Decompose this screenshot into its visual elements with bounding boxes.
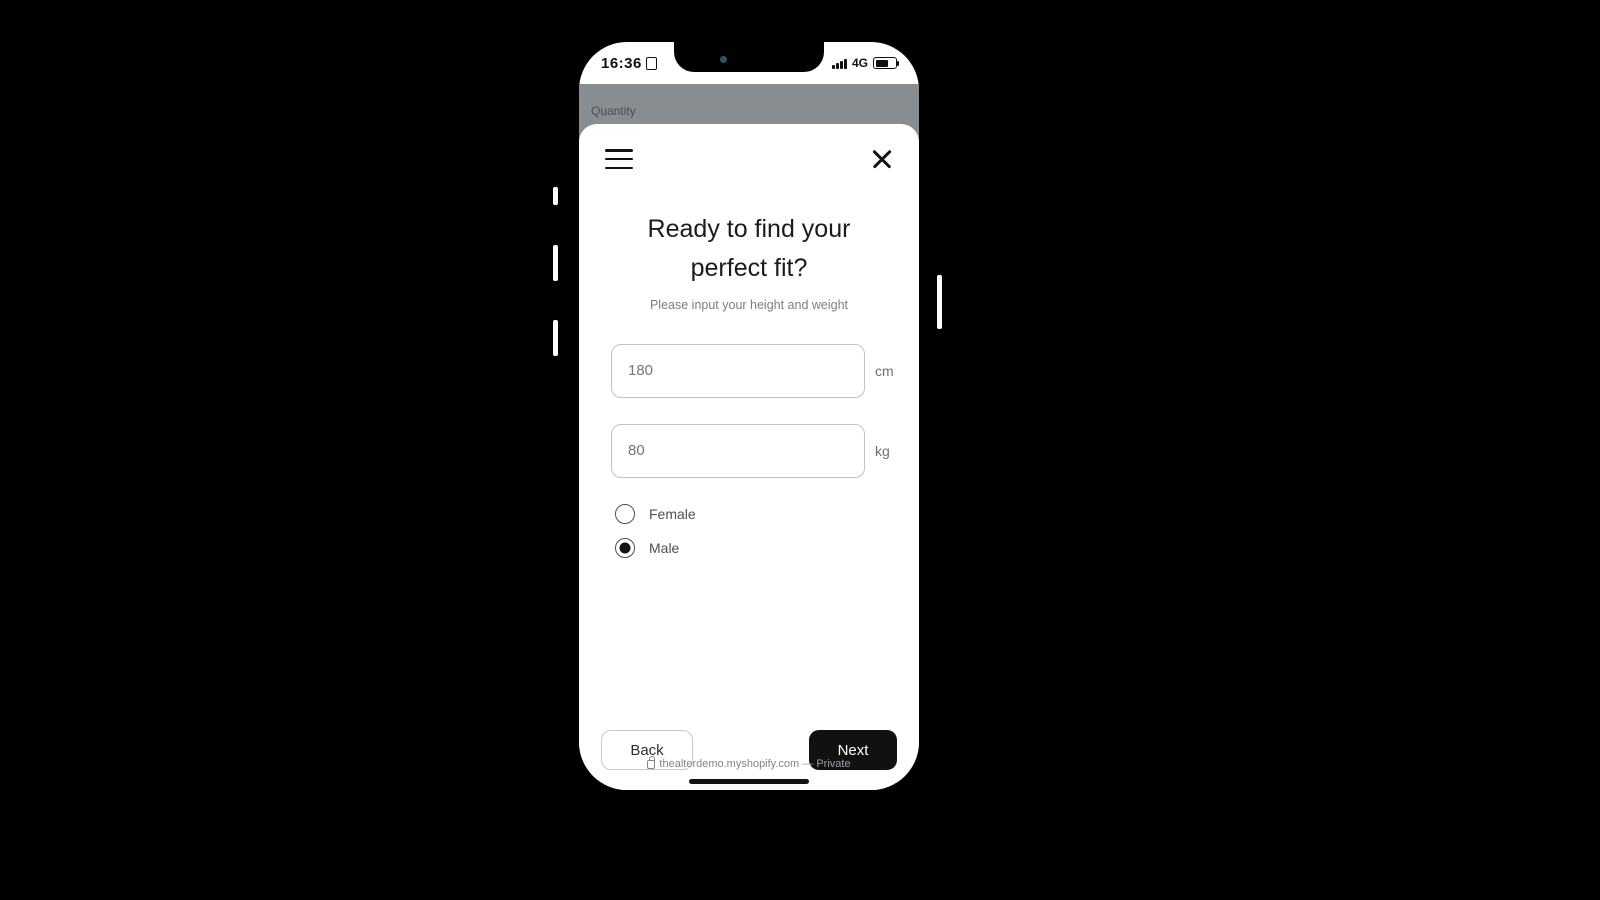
height-row: cm xyxy=(601,344,897,398)
weight-unit: kg xyxy=(875,443,897,459)
browser-address[interactable]: thealterdemo.myshopify.com — Private xyxy=(579,758,919,770)
modal-subtitle: Please input your height and weight xyxy=(601,298,897,312)
modal-body: Ready to find your perfect fit? Please i… xyxy=(579,180,919,690)
orientation-lock-icon xyxy=(646,57,657,70)
phone-screen: 16:36 4G Quantity R xyxy=(579,42,919,790)
radio-icon xyxy=(615,504,635,524)
gender-option-male[interactable]: Male xyxy=(615,538,897,558)
quantity-label: Quantity xyxy=(591,104,636,118)
weight-row: kg xyxy=(601,424,897,478)
decoration-tick xyxy=(553,320,558,356)
modal-actions: Back Next xyxy=(579,690,919,790)
modal-title: Ready to find your perfect fit? xyxy=(601,210,897,288)
height-input[interactable] xyxy=(611,344,865,398)
home-indicator[interactable] xyxy=(689,779,809,784)
radio-label: Female xyxy=(649,506,696,522)
network-label: 4G xyxy=(852,56,868,70)
decoration-tick xyxy=(553,187,558,205)
decoration-tick xyxy=(937,275,942,329)
camera-dot-icon xyxy=(720,56,727,63)
menu-icon[interactable] xyxy=(605,149,633,169)
fit-finder-modal: Ready to find your perfect fit? Please i… xyxy=(579,124,919,790)
height-unit: cm xyxy=(875,363,897,379)
modal-title-line: Ready to find your xyxy=(648,215,851,243)
phone-notch xyxy=(674,42,824,72)
phone-frame: 16:36 4G Quantity R xyxy=(573,36,925,796)
weight-input[interactable] xyxy=(611,424,865,478)
url-mode: Private xyxy=(816,758,850,770)
url-host: thealterdemo.myshopify.com xyxy=(659,758,799,770)
battery-icon xyxy=(873,57,897,69)
gender-group: Female Male xyxy=(601,504,897,558)
close-icon[interactable] xyxy=(871,148,893,170)
decoration-tick xyxy=(553,245,558,281)
cellular-signal-icon xyxy=(832,57,847,69)
status-time: 16:36 xyxy=(601,55,642,72)
lock-icon xyxy=(647,760,655,769)
radio-label: Male xyxy=(649,540,679,556)
url-separator: — xyxy=(799,758,816,770)
stage: 16:36 4G Quantity R xyxy=(0,0,1600,900)
modal-header xyxy=(579,124,919,180)
gender-option-female[interactable]: Female xyxy=(615,504,897,524)
radio-icon xyxy=(615,538,635,558)
modal-title-line: perfect fit? xyxy=(691,254,808,282)
